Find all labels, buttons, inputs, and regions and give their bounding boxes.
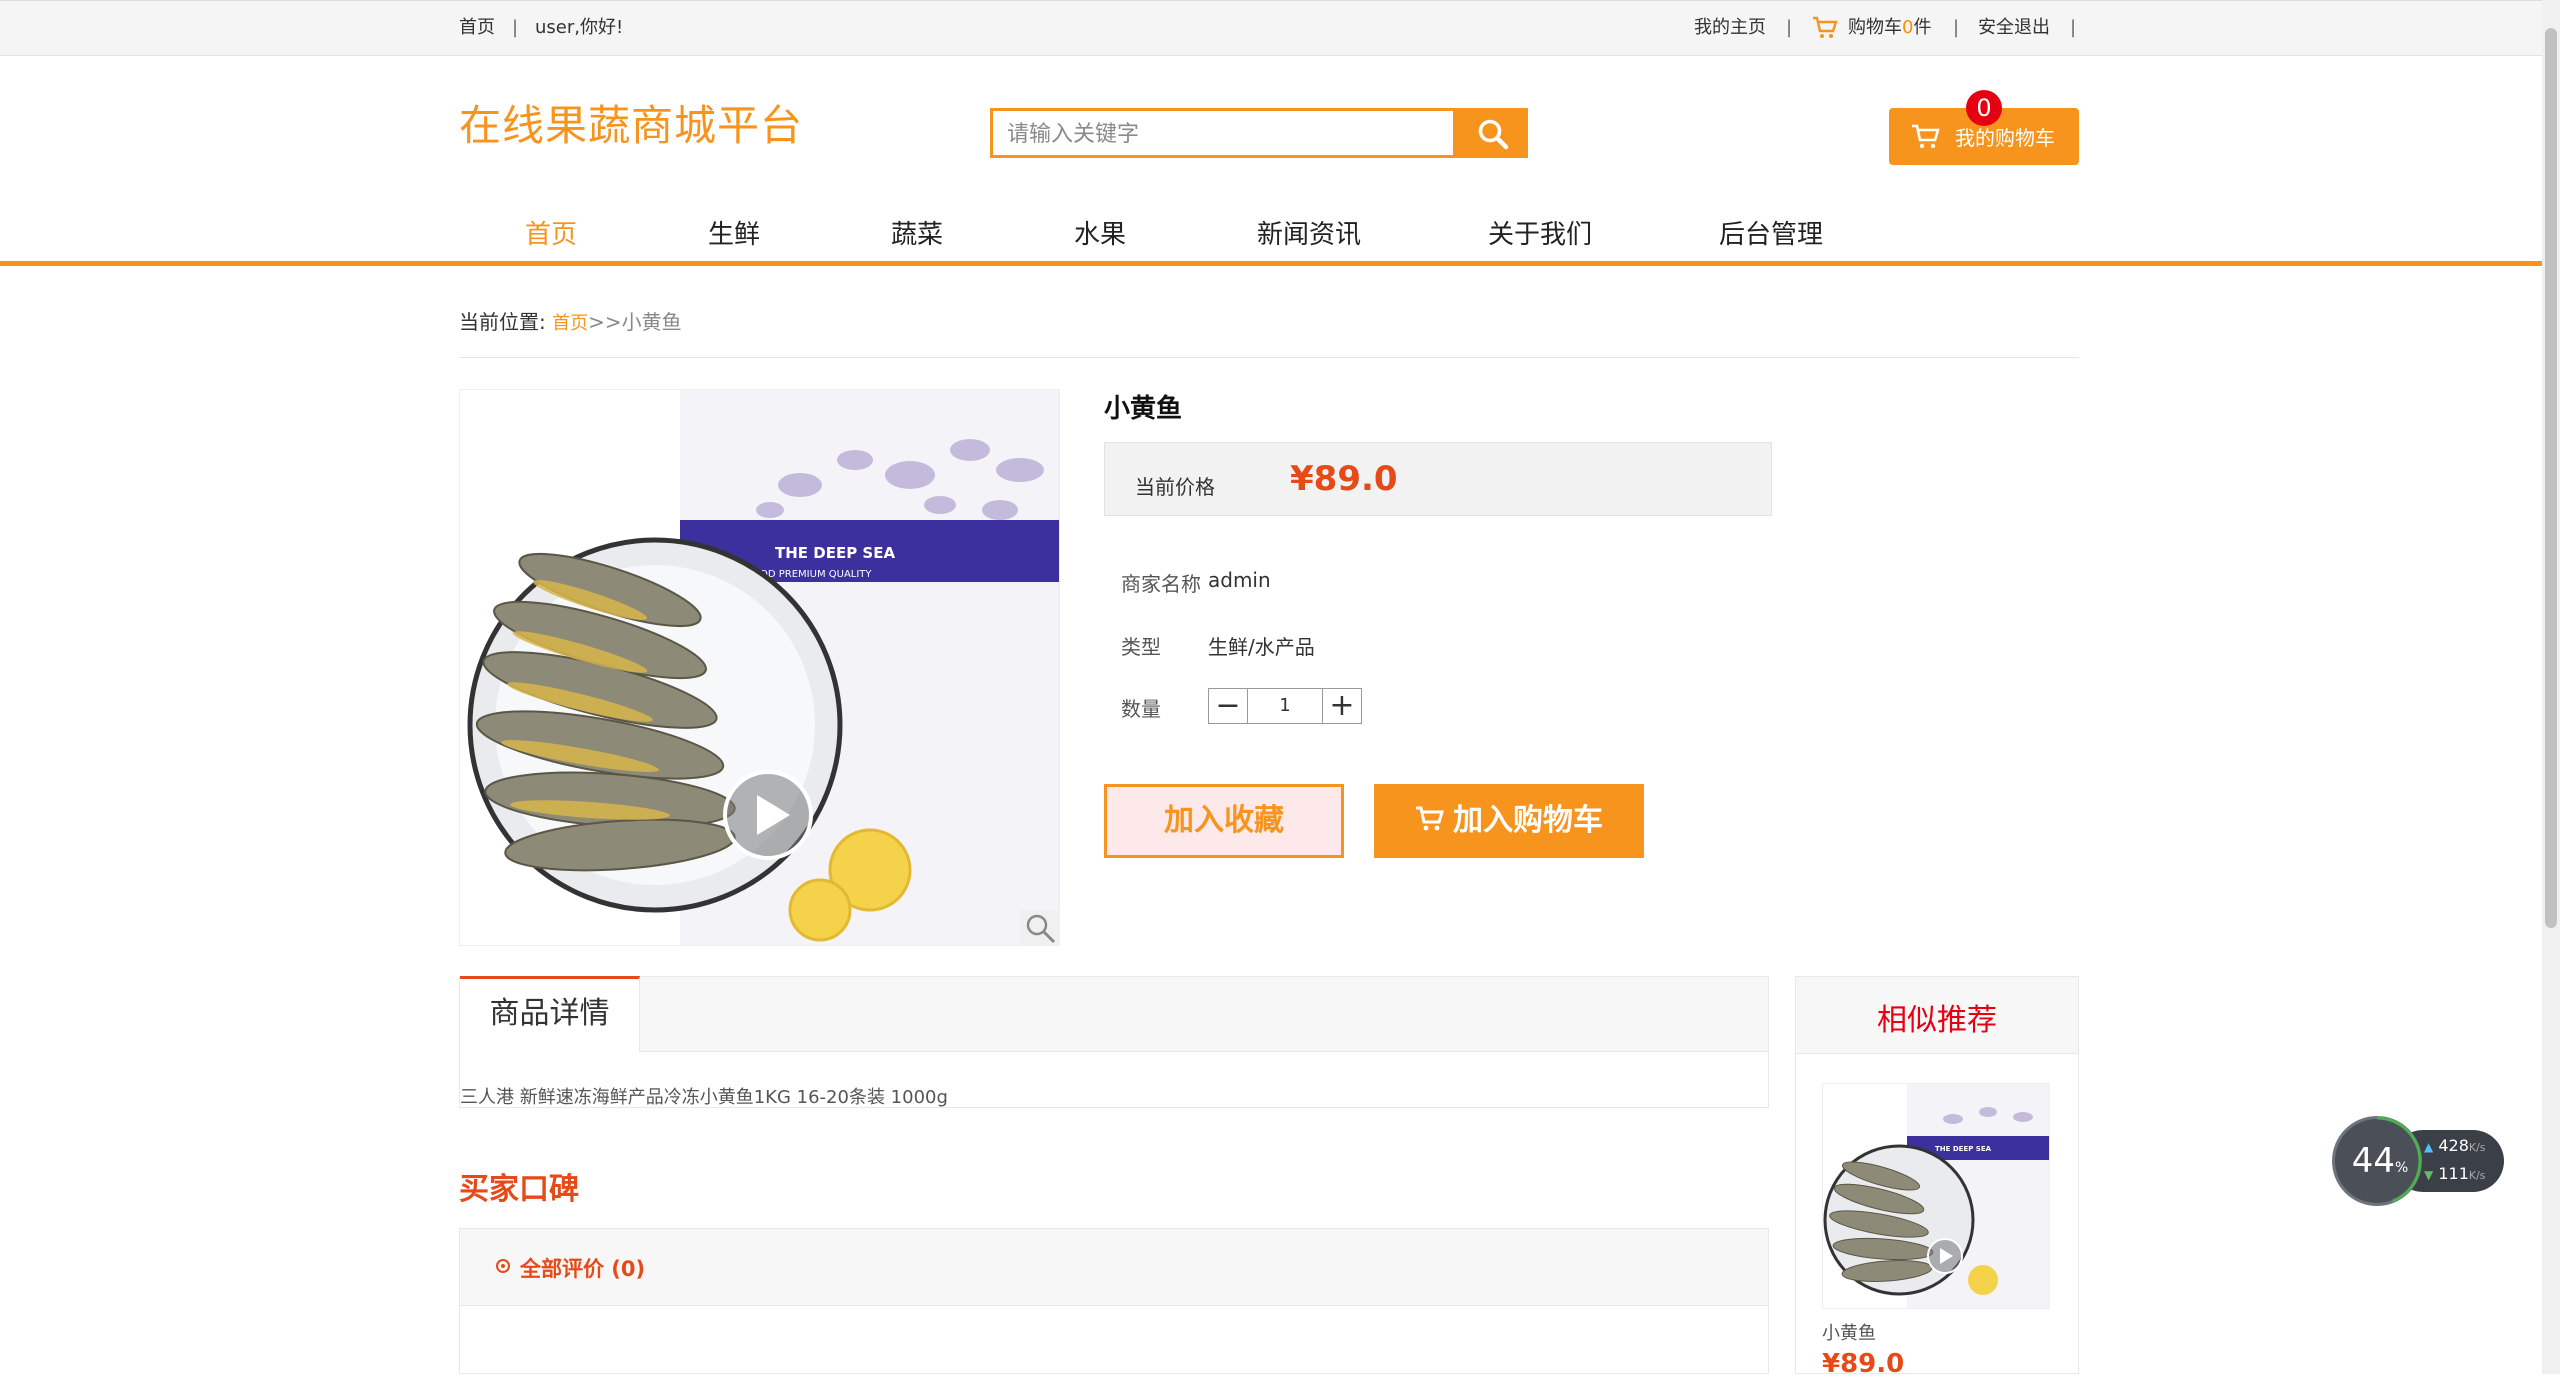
my-home-link[interactable]: 我的主页 xyxy=(1694,1,1766,55)
breadcrumb: 当前位置: 首页>>小黄鱼 xyxy=(459,306,682,335)
breadcrumb-current: 小黄鱼 xyxy=(621,310,682,334)
add-to-cart-label: 加入购物车 xyxy=(1453,803,1603,838)
radio-dot xyxy=(501,1264,505,1268)
quantity-label: 数量 xyxy=(1121,697,1161,721)
site-logo[interactable]: 在线果蔬商城平台 xyxy=(459,92,803,153)
add-to-cart-button[interactable]: 加入购物车 xyxy=(1374,784,1644,858)
search-button[interactable] xyxy=(1456,108,1528,158)
package-text: THE DEEP SEA xyxy=(1935,1145,1992,1153)
upload-unit: K/s xyxy=(2468,1141,2486,1154)
breadcrumb-separator: >> xyxy=(588,310,622,334)
reviews-heading: 买家口碑 xyxy=(459,1172,579,1207)
reviews-header: 全部评价 (0) xyxy=(460,1229,1768,1306)
nav-item-fruit[interactable]: 水果 xyxy=(1074,214,1126,251)
cart-count: 0 xyxy=(1902,17,1914,38)
nav-divider xyxy=(0,261,2542,266)
page-scrollbar-thumb[interactable] xyxy=(2545,28,2557,928)
cart-suffix: 件 xyxy=(1913,17,1932,38)
nav-item-admin[interactable]: 后台管理 xyxy=(1719,214,1823,251)
upload-speed: ▲ 428K/s xyxy=(2424,1136,2486,1155)
details-header: 商品详情 xyxy=(460,976,1768,1052)
merchant-value: admin xyxy=(1208,568,1271,592)
breadcrumb-home-link[interactable]: 首页 xyxy=(552,313,588,334)
quantity-stepper: − 1 + xyxy=(1208,688,1362,724)
main-nav: 首页 生鲜 蔬菜 水果 新闻资讯 关于我们 后台管理 xyxy=(0,200,2542,264)
quantity-increase-button[interactable]: + xyxy=(1323,689,1361,723)
product-details-panel: 商品详情 三人港 新鲜速冻海鲜产品冷冻小黄鱼1KG 16-20条装 1000g xyxy=(459,976,1769,1108)
product-description: 三人港 新鲜速冻海鲜产品冷冻小黄鱼1KG 16-20条装 1000g xyxy=(460,1087,948,1108)
upload-value: 428 xyxy=(2438,1136,2469,1155)
tab-all-reviews[interactable]: 全部评价 (0) xyxy=(520,1253,645,1283)
review-filter-radio[interactable] xyxy=(496,1259,510,1273)
recommendations-header: 相似推荐 xyxy=(1796,977,2078,1054)
top-cart-link[interactable]: 购物车0件 xyxy=(1848,1,1931,55)
quantity-decrease-button[interactable]: − xyxy=(1209,689,1247,723)
package-text: THE DEEP SEA xyxy=(775,544,895,562)
download-speed: ▼ 111K/s xyxy=(2424,1164,2486,1183)
logout-link[interactable]: 安全退出 xyxy=(1978,1,2050,55)
recommended-item-image[interactable]: THE DEEP SEA xyxy=(1822,1083,2050,1309)
breadcrumb-divider xyxy=(459,357,2079,358)
cart-badge: 0 xyxy=(1966,90,2002,126)
top-home-link[interactable]: 首页 xyxy=(459,1,495,55)
product-name: 小黄鱼 xyxy=(1104,394,1183,424)
recommendations-panel: 相似推荐 THE DEEP SEA 小黄鱼 ¥89.0 xyxy=(1795,976,2079,1379)
nav-item-home[interactable]: 首页 xyxy=(525,214,577,251)
top-bar: 首页 | user,你好! 我的主页 | 购物车0件 | 安全退出 | xyxy=(0,0,2542,56)
nav-item-news[interactable]: 新闻资讯 xyxy=(1257,214,1361,251)
memory-usage-circle: 44% xyxy=(2332,1116,2422,1206)
top-separator: | xyxy=(1953,17,1960,38)
product-price: ¥89.0 xyxy=(1290,459,1398,499)
cart-prefix: 购物车 xyxy=(1848,17,1902,38)
usage-unit: % xyxy=(2394,1160,2409,1176)
recommended-item-price: ¥89.0 xyxy=(1822,1349,1905,1379)
nav-item-vegetables[interactable]: 蔬菜 xyxy=(891,214,943,251)
search-box xyxy=(990,108,1456,158)
search-input[interactable] xyxy=(993,111,1449,157)
package-subtext: OD PREMIUM QUALITY xyxy=(760,569,872,580)
recommendations-title: 相似推荐 xyxy=(1877,1003,1997,1038)
recommended-item-name[interactable]: 小黄鱼 xyxy=(1822,1319,1876,1345)
my-cart-label: 我的购物车 xyxy=(1955,126,2055,150)
download-value: 111 xyxy=(2438,1164,2469,1183)
add-to-favorites-button[interactable]: 加入收藏 xyxy=(1104,784,1344,858)
top-separator: | xyxy=(512,17,519,38)
network-speed-widget[interactable]: ▲ 428K/s ▼ 111K/s 44% xyxy=(2332,1116,2512,1206)
nav-item-about[interactable]: 关于我们 xyxy=(1488,214,1592,251)
type-label: 类型 xyxy=(1121,635,1161,659)
breadcrumb-label: 当前位置: xyxy=(459,310,546,334)
cart-icon[interactable] xyxy=(1812,16,1838,44)
usage-value: 44 xyxy=(2351,1141,2395,1181)
reviews-panel: 全部评价 (0) xyxy=(459,1228,1769,1374)
download-unit: K/s xyxy=(2468,1169,2486,1182)
top-separator: | xyxy=(2070,17,2077,38)
tab-product-details[interactable]: 商品详情 xyxy=(460,976,640,1052)
usage-percent: 44% xyxy=(2335,1141,2425,1181)
quantity-input[interactable]: 1 xyxy=(1247,689,1323,723)
merchant-label: 商家名称 xyxy=(1121,572,1201,596)
upload-arrow-icon: ▲ xyxy=(2424,1140,2434,1154)
nav-item-fresh[interactable]: 生鲜 xyxy=(708,214,760,251)
type-value: 生鲜/水产品 xyxy=(1208,635,1315,659)
search-icon xyxy=(1478,119,1509,150)
download-arrow-icon: ▼ xyxy=(2424,1168,2434,1182)
cart-icon xyxy=(1912,124,1940,149)
top-separator: | xyxy=(1786,17,1793,38)
cart-icon xyxy=(1416,806,1445,830)
user-greeting: user,你好! xyxy=(535,17,624,38)
price-box: 当前价格 ¥89.0 xyxy=(1104,442,1772,516)
product-image[interactable]: THE DEEP SEA OD PREMIUM QUALITY OD PREMI… xyxy=(459,389,1060,946)
price-label: 当前价格 xyxy=(1135,475,1215,499)
